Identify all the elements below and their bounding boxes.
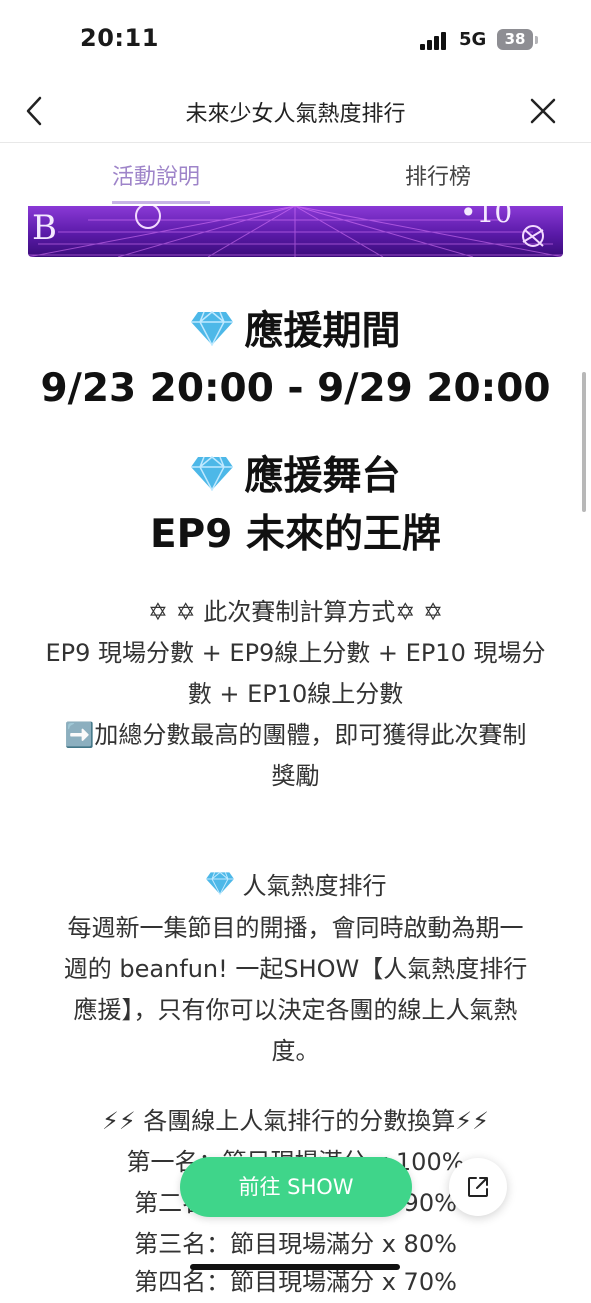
scoring-title: ✡ ✡ 此次賽制計算方式✡ ✡ (147, 598, 444, 626)
share-button[interactable] (449, 1158, 507, 1216)
external-link-icon (468, 1177, 488, 1197)
scoring-line: 數 + EP10線上分數 (187, 680, 404, 708)
scrollbar[interactable] (582, 372, 586, 512)
banner-decoration: •10 (460, 206, 513, 229)
diamond-gem-icon (205, 867, 235, 908)
tab-bar: 活動說明 排行榜 (0, 143, 591, 205)
support-stage-heading: 應援舞台 (0, 450, 591, 506)
ranking-intro-line: 應援】，只有你可以決定各團的線上人氣熱 (73, 996, 518, 1024)
tab-leaderboard[interactable]: 排行榜 (405, 159, 471, 191)
scoring-line: ➡️加總分數最高的團體，即可獲得此次賽制 (64, 721, 527, 749)
tab-event-info[interactable]: 活動說明 (112, 159, 200, 191)
support-period-heading: 應援期間 (0, 305, 591, 361)
battery-tip (535, 36, 538, 44)
banner-decoration: B (32, 208, 57, 248)
ranking-intro-line: 週的 beanfun! 一起SHOW【人氣熱度排行 (63, 955, 528, 983)
battery-icon: 38 (497, 29, 533, 50)
go-show-button[interactable]: 前往 SHOW (180, 1157, 412, 1217)
scoring-line: 獎勵 (271, 762, 320, 790)
conversion-rank-3: 第三名：節目現場滿分 x 80% (134, 1230, 457, 1258)
network-type: 5G (459, 29, 487, 50)
close-icon[interactable] (528, 96, 558, 126)
ranking-intro-heading: 人氣熱度排行 (0, 866, 591, 908)
event-banner-image: B •10 (28, 206, 563, 257)
diamond-gem-icon (190, 307, 234, 361)
home-indicator (190, 1264, 400, 1270)
support-period-title: 應援期間 (244, 309, 401, 354)
ranking-intro-title: 人氣熱度排行 (242, 872, 387, 900)
conversion-title: ⚡⚡ 各團線上人氣排行的分數換算⚡⚡ (101, 1107, 490, 1135)
status-bar: 20:11 5G 38 (0, 0, 591, 80)
page-title: 未來少女人氣熱度排行 (185, 102, 406, 127)
support-stage-title: 應援舞台 (244, 454, 401, 499)
status-time: 20:11 (80, 24, 159, 52)
support-period-dates: 9/23 20:00 - 9/29 20:00 (40, 366, 551, 411)
ranking-intro-line: 每週新一集節目的開播，會同時啟動為期一 (67, 914, 524, 942)
ranking-intro-line: 度。 (271, 1037, 320, 1065)
diamond-gem-icon (190, 452, 234, 506)
tab-active-indicator (112, 201, 210, 204)
nav-bar: 未來少女人氣熱度排行 (0, 80, 591, 143)
scoring-line: EP9 現場分數 + EP9線上分數 + EP10 現場分 (45, 639, 546, 667)
signal-icon (420, 32, 448, 50)
support-stage-episode: EP9 未來的王牌 (150, 512, 441, 557)
